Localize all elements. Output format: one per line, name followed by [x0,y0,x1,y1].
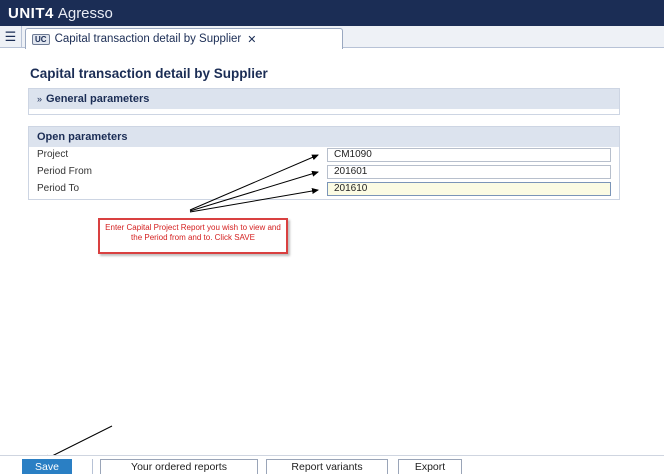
open-parameters-panel: Open parameters Project CM1090 Period Fr… [28,126,620,200]
general-parameters-header[interactable]: » General parameters [29,89,619,109]
period-to-label: Period To [37,183,80,194]
close-icon[interactable]: ✕ [247,33,256,46]
general-parameters-title: General parameters [46,93,150,105]
save-button[interactable]: Save [22,459,72,474]
open-parameters-header: Open parameters [29,127,619,147]
toolbar-divider [92,459,93,474]
list-icon[interactable]: ☰ [0,26,22,47]
project-field[interactable]: CM1090 [327,148,611,162]
period-from-field[interactable]: 201601 [327,165,611,179]
uc-badge: UC [32,33,50,45]
your-ordered-reports-button[interactable]: Your ordered reports [100,459,258,474]
app-titlebar: UNIT4 Agresso [0,0,664,26]
report-variants-button[interactable]: Report variants [266,459,388,474]
tab-capital-transaction[interactable]: UC Capital transaction detail by Supplie… [25,28,343,49]
product-name: Agresso [57,4,113,22]
period-to-field[interactable]: 201610 [327,182,611,196]
tab-bar: ☰ UC Capital transaction detail by Suppl… [0,26,664,49]
footer-toolbar: Save Your ordered reports Report variant… [0,455,664,474]
page-title: Capital transaction detail by Supplier [30,66,268,81]
tab-label: Capital transaction detail by Supplier [54,33,242,45]
brand-logo: UNIT4 [8,4,54,22]
export-button[interactable]: Export [398,459,462,474]
chevron-down-icon: » [37,94,43,104]
period-from-label: Period From [37,166,93,177]
general-parameters-panel: » General parameters [28,88,620,115]
instruction-callout: Enter Capital Project Report you wish to… [98,218,288,254]
project-label: Project [37,149,69,160]
open-parameters-title: Open parameters [37,131,128,143]
